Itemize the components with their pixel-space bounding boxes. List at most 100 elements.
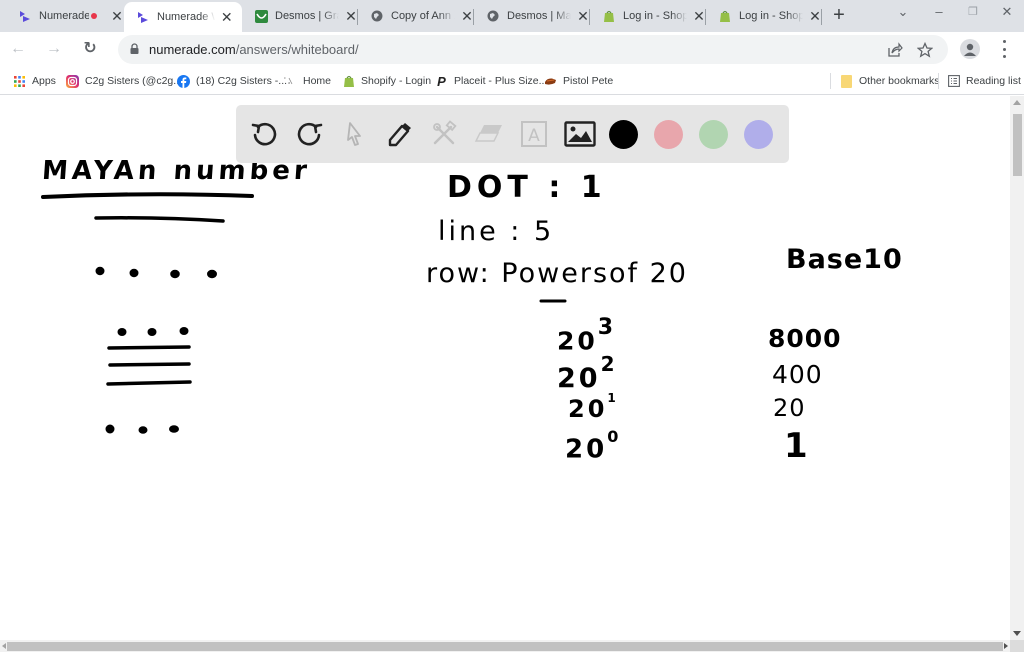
horizontal-scrollbar[interactable] bbox=[0, 640, 1010, 652]
profile-avatar[interactable] bbox=[960, 39, 980, 59]
shopify-icon bbox=[718, 9, 732, 23]
globe-icon bbox=[370, 9, 384, 23]
image-tool-button[interactable] bbox=[563, 118, 597, 150]
power-base: 20 bbox=[557, 326, 598, 356]
forward-button[interactable]: → bbox=[42, 38, 66, 60]
whiteboard-canvas[interactable]: MAYAn number DOT : 1 line : 5 row: Power… bbox=[0, 96, 1010, 640]
mayan-bar bbox=[108, 362, 191, 367]
line-rule-text: line : 5 bbox=[438, 216, 555, 247]
mayan-dot bbox=[95, 266, 105, 276]
mayan-bar bbox=[107, 345, 191, 350]
vertical-scroll-thumb[interactable] bbox=[1013, 114, 1022, 176]
mayan-dot bbox=[117, 328, 127, 336]
bookmark-separator bbox=[830, 73, 831, 89]
shapes-tool-button[interactable] bbox=[428, 118, 460, 150]
url-path: /answers/whiteboard/ bbox=[235, 42, 359, 57]
share-icon[interactable] bbox=[886, 41, 904, 59]
text-icon: A bbox=[521, 121, 547, 147]
power-base: 20 bbox=[568, 395, 608, 423]
close-tab-icon[interactable]: ✕ bbox=[219, 9, 234, 25]
scroll-left-arrow-icon[interactable] bbox=[2, 643, 6, 649]
text-tool-button[interactable]: A bbox=[518, 118, 550, 150]
base10-value: 1 bbox=[784, 426, 811, 466]
scroll-up-arrow-icon[interactable] bbox=[1013, 100, 1021, 105]
instagram-icon bbox=[66, 74, 79, 88]
base10-header: Base10 bbox=[786, 244, 903, 275]
undo-icon bbox=[251, 122, 277, 146]
tab-title: Log in - Shopi bbox=[739, 10, 803, 22]
bookmark-shopify-login[interactable]: Shopify - Login bbox=[342, 73, 431, 89]
color-swatch-pink[interactable] bbox=[654, 120, 683, 149]
color-swatch-black[interactable] bbox=[609, 120, 638, 149]
bookmark-facebook[interactable]: (18) C2g Sisters -... bbox=[177, 73, 287, 89]
bookmark-label: Other bookmarks bbox=[859, 75, 940, 87]
tab-title: Copy of Ann X bbox=[391, 10, 455, 22]
mayan-bar bbox=[106, 380, 192, 386]
bookmarks-bar: Apps C2g Sisters (@c2g... (18) C2g Siste… bbox=[0, 67, 1024, 95]
dot-rule-text: DOT : 1 bbox=[447, 170, 607, 205]
tab-numerade-whiteboard[interactable]: Numerade Wh ✕ bbox=[124, 2, 242, 32]
tab-shopify-login-2[interactable]: Log in - Shopi ✕ bbox=[706, 0, 831, 32]
new-tab-button[interactable]: + bbox=[828, 5, 850, 27]
bookmark-apps[interactable]: Apps bbox=[13, 73, 56, 89]
close-window-button[interactable]: ✕ bbox=[990, 2, 1024, 24]
bookmark-label: Home bbox=[303, 75, 332, 87]
folder-icon bbox=[840, 74, 853, 88]
address-bar[interactable]: numerade.com/answers/whiteboard/ bbox=[118, 35, 948, 64]
reload-button[interactable]: ↻ bbox=[78, 38, 102, 60]
lock-icon bbox=[130, 43, 139, 54]
tab-copy-of-ann[interactable]: Copy of Ann X ✕ bbox=[358, 0, 483, 32]
handwriting-layer: MAYAn number DOT : 1 line : 5 row: Power… bbox=[0, 96, 1010, 640]
whiteboard-toolbar: A bbox=[236, 105, 789, 163]
color-swatch-purple[interactable] bbox=[744, 120, 773, 149]
select-tool-button[interactable] bbox=[339, 118, 371, 150]
cursor-icon bbox=[347, 122, 361, 146]
browser-menu-button[interactable] bbox=[1000, 40, 1008, 58]
tab-desmos-matrix[interactable]: Desmos | Matr ✕ bbox=[474, 0, 599, 32]
scroll-right-arrow-icon[interactable] bbox=[1004, 643, 1008, 649]
bookmark-star-icon[interactable] bbox=[916, 41, 934, 59]
tab-numerade[interactable]: Numerade ✕ bbox=[6, 0, 133, 32]
minimize-button[interactable]: – bbox=[922, 2, 956, 24]
color-swatch-green[interactable] bbox=[699, 120, 728, 149]
tab-desmos-graph[interactable]: Desmos | Grap ✕ bbox=[242, 0, 367, 32]
reading-list-button[interactable]: Reading list bbox=[947, 73, 1021, 89]
mayan-dot bbox=[207, 269, 217, 279]
close-tab-icon[interactable]: ✕ bbox=[109, 8, 125, 24]
redo-button[interactable] bbox=[293, 118, 325, 150]
mayan-dot bbox=[147, 328, 157, 336]
tab-search-button[interactable]: ⌄ bbox=[886, 2, 920, 24]
pen-tool-button[interactable] bbox=[383, 118, 415, 150]
shopify-icon bbox=[342, 75, 355, 88]
tab-shopify-login-1[interactable]: Log in - Shopi ✕ bbox=[590, 0, 715, 32]
bookmark-pistol-pete[interactable]: Pistol Pete bbox=[544, 73, 613, 89]
bookmark-placeit[interactable]: P Placeit - Plus Size... bbox=[435, 73, 547, 89]
image-icon bbox=[564, 121, 596, 147]
horizontal-scroll-thumb[interactable] bbox=[7, 642, 1003, 651]
title-underline-2 bbox=[94, 216, 225, 223]
url-host: numerade.com bbox=[149, 42, 236, 57]
undo-button[interactable] bbox=[249, 118, 281, 150]
restore-button[interactable]: ❐ bbox=[956, 2, 990, 24]
base10-value: 8000 bbox=[768, 324, 842, 353]
bookmark-home[interactable]: ᶜᵃ Home bbox=[284, 73, 331, 89]
facebook-icon bbox=[177, 74, 190, 88]
recording-indicator-icon bbox=[91, 13, 97, 19]
scroll-down-arrow-icon[interactable] bbox=[1013, 631, 1021, 636]
power-row-2: 202 bbox=[557, 352, 618, 394]
person-icon bbox=[964, 43, 976, 56]
mayan-dot bbox=[169, 425, 179, 433]
home-site-icon: ᶜᵃ bbox=[284, 75, 297, 88]
back-button[interactable]: ← bbox=[6, 38, 30, 60]
bookmark-label: (18) C2g Sisters -... bbox=[196, 75, 288, 87]
bookmark-label: Pistol Pete bbox=[563, 75, 614, 87]
eraser-tool-button[interactable] bbox=[473, 118, 505, 150]
vertical-scrollbar[interactable] bbox=[1010, 96, 1024, 640]
power-base: 20 bbox=[557, 363, 601, 394]
numerade-icon bbox=[136, 10, 150, 24]
other-bookmarks-folder[interactable]: Other bookmarks bbox=[840, 73, 940, 89]
power-row-0: 200 bbox=[565, 427, 621, 465]
bookmark-instagram[interactable]: C2g Sisters (@c2g... bbox=[66, 73, 182, 89]
power-row-3: 203 bbox=[557, 315, 616, 356]
url-text[interactable]: numerade.com/answers/whiteboard/ bbox=[149, 42, 359, 57]
